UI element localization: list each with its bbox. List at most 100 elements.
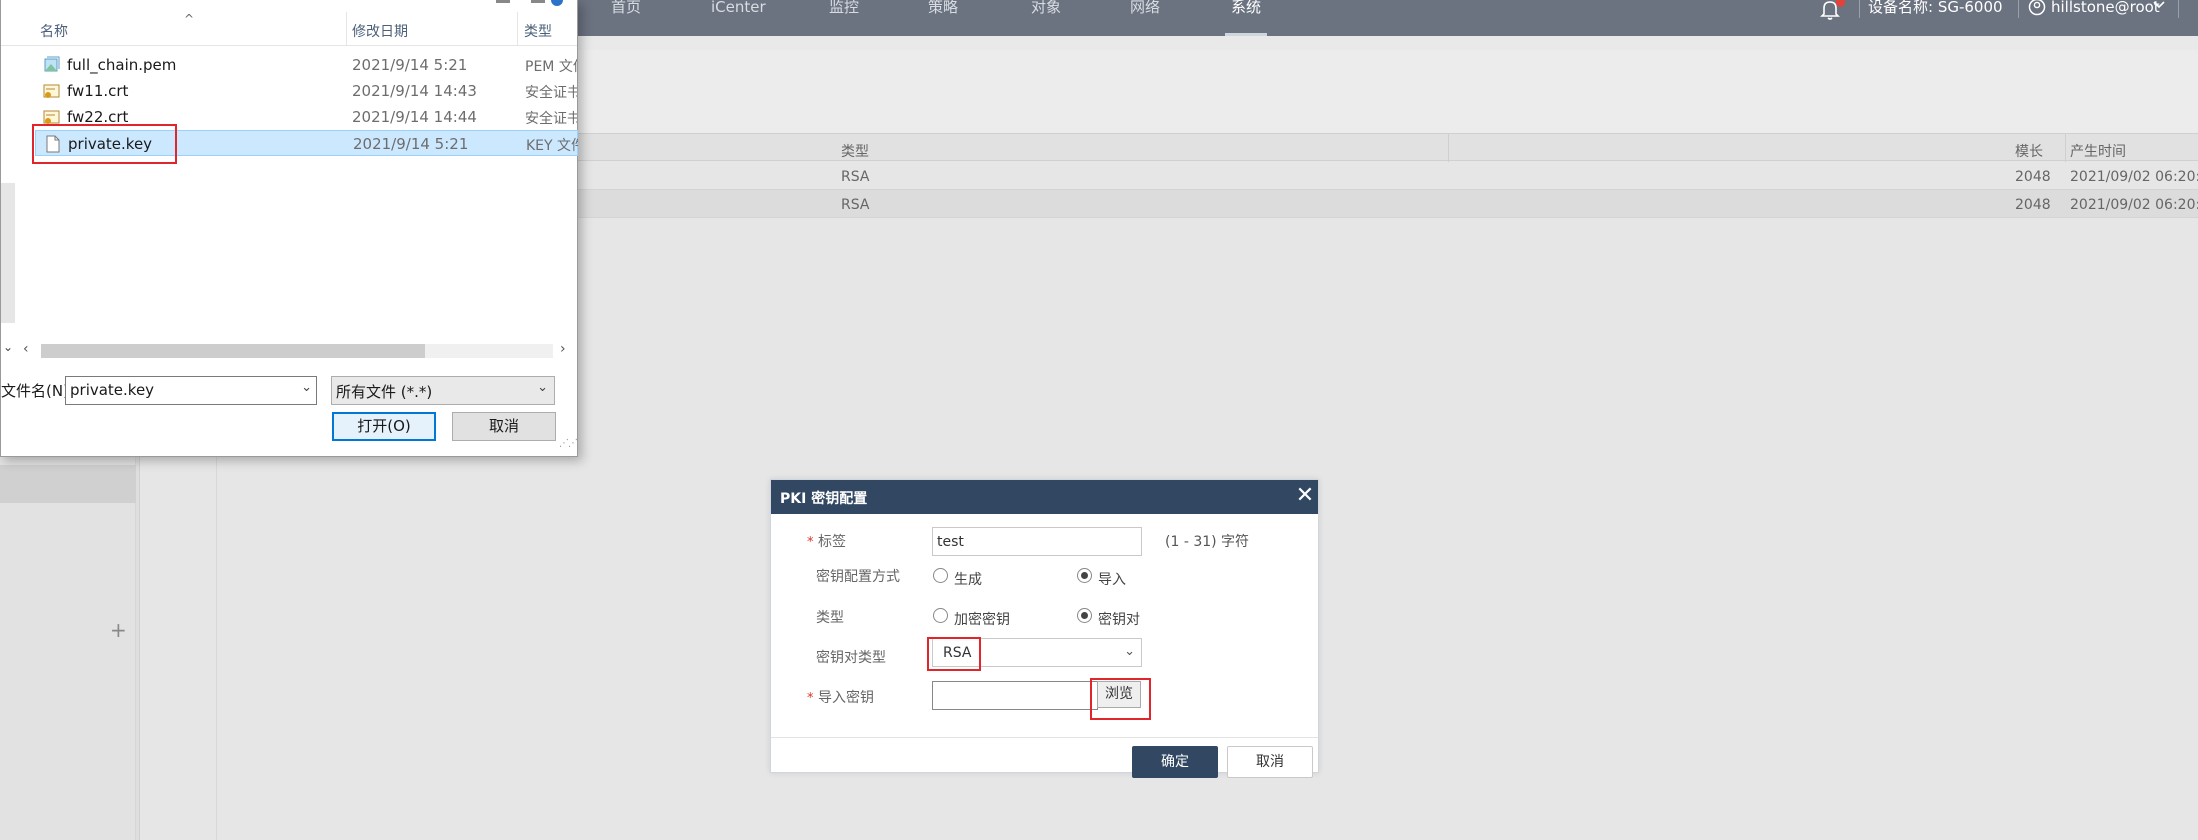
label-input[interactable]: test: [932, 527, 1142, 556]
col-modulus[interactable]: 模长: [2015, 141, 2043, 161]
chevron-down-icon[interactable]: ⌄: [1124, 644, 1135, 659]
file-row-full-chain[interactable]: full_chain.pem 2021/9/14 5:21 PEM 文件: [35, 52, 578, 78]
nav-policy[interactable]: 策略: [928, 0, 958, 36]
column-type[interactable]: 类型: [524, 21, 552, 41]
file-type-filter-select[interactable]: 所有文件 (*.*) ⌄: [331, 376, 555, 405]
file-row-fw11[interactable]: fw11.crt 2021/9/14 14:43 安全证书: [35, 78, 578, 104]
row-type: RSA: [841, 197, 870, 213]
chevron-down-icon[interactable]: [2153, 0, 2165, 10]
required-marker: *: [807, 691, 814, 706]
browse-button[interactable]: 浏览: [1097, 681, 1141, 708]
nav-system[interactable]: 系统: [1231, 0, 1261, 36]
dialog-title: PKI 密钥配置: [780, 491, 868, 507]
table-row[interactable]: RSA 2048 2021/09/02 06:20:31: [578, 162, 2198, 190]
nav-monitor[interactable]: 监控: [829, 0, 859, 36]
row-modulus: 2048: [2015, 197, 2051, 213]
file-open-dialog: ^ 名称 修改日期 类型 ⌄ full_chain.pem 2021/9/14 …: [0, 0, 578, 457]
confirm-button[interactable]: 确定: [1132, 746, 1218, 778]
content-side-bar: [160, 455, 217, 840]
nav-object[interactable]: 对象: [1031, 0, 1061, 36]
radio-import[interactable]: [1077, 568, 1092, 583]
nav-icenter[interactable]: iCenter: [711, 0, 766, 36]
nav-divider: [2178, 0, 2179, 18]
required-marker: *: [807, 535, 814, 550]
row-type: RSA: [841, 169, 870, 185]
chevron-down-icon[interactable]: ⌄: [3, 340, 13, 354]
sort-ascending-icon: ^: [184, 12, 195, 26]
keypair-type-label: 密钥对类型: [816, 650, 886, 666]
user-menu[interactable]: hillstone@root: [2051, 0, 2160, 20]
keypair-type-value: RSA: [943, 645, 972, 661]
radio-key-pair[interactable]: [1077, 608, 1092, 623]
radio-generate-label[interactable]: 生成: [954, 569, 982, 589]
file-row-private-key[interactable]: private.key 2021/9/14 5:21 KEY 文件: [35, 130, 578, 156]
file-type: KEY 文件: [526, 138, 578, 154]
col-type[interactable]: 类型: [841, 141, 869, 161]
close-icon[interactable]: ✕: [1295, 484, 1315, 508]
chevron-down-icon[interactable]: ⌄: [537, 380, 548, 395]
chevron-left-icon[interactable]: ‹: [23, 341, 29, 357]
config-method-label: 密钥配置方式: [816, 569, 900, 585]
col-time[interactable]: 产生时间: [2070, 141, 2126, 161]
device-name: 设备名称: SG-6000: [1868, 0, 2003, 16]
nav-divider: [2018, 0, 2019, 18]
filter-value: 所有文件 (*.*): [336, 383, 433, 401]
column-name[interactable]: 名称: [40, 21, 68, 41]
file-date: 2021/9/14 5:21: [353, 135, 469, 153]
filename-value: private.key: [70, 381, 155, 399]
radio-import-label[interactable]: 导入: [1098, 569, 1126, 589]
row-modulus: 2048: [2015, 169, 2051, 185]
file-row-fw22[interactable]: fw22.crt 2021/9/14 14:44 安全证书: [35, 104, 578, 130]
nav-pane-scrollbar[interactable]: [1, 183, 15, 323]
file-name: fw22.crt: [67, 108, 129, 126]
filename-input[interactable]: private.key ⌄: [65, 376, 317, 405]
pem-file-icon: [44, 56, 60, 72]
dialog-cancel-button[interactable]: 取消: [1227, 746, 1313, 778]
horizontal-scrollbar[interactable]: ‹ ›: [19, 341, 577, 361]
radio-encryption-key[interactable]: [933, 608, 948, 623]
keypair-type-select[interactable]: RSA ⌄: [932, 638, 1142, 667]
radio-key-pair-label[interactable]: 密钥对: [1098, 609, 1140, 629]
import-key-input[interactable]: [932, 681, 1098, 710]
nav-home[interactable]: 首页: [611, 0, 641, 36]
radio-encryption-key-label[interactable]: 加密密钥: [954, 609, 1010, 629]
certificate-file-icon: [43, 110, 60, 124]
left-tree-selected-item[interactable]: [0, 465, 136, 503]
file-type: 安全证书: [525, 85, 577, 101]
key-file-icon: [46, 135, 60, 153]
column-date[interactable]: 修改日期: [352, 21, 408, 41]
filename-label: 文件名(N):: [1, 382, 74, 400]
file-type: 安全证书: [525, 111, 577, 127]
type-label: 类型: [816, 610, 844, 626]
file-name: fw11.crt: [67, 82, 129, 100]
nav-network[interactable]: 网络: [1130, 0, 1160, 36]
scrollbar-thumb[interactable]: [41, 344, 425, 358]
table-row[interactable]: RSA 2048 2021/09/02 06:20:29: [578, 190, 2198, 218]
label-field-label: * 标签: [807, 531, 846, 551]
column-separator[interactable]: [346, 12, 347, 46]
file-type: PEM 文件: [525, 59, 577, 75]
label-field-text: 标签: [817, 534, 846, 550]
import-key-label: * 导入密钥: [807, 687, 874, 707]
row-time: 2021/09/02 06:20:29: [2070, 197, 2198, 213]
left-tree-panel: [0, 455, 136, 840]
chevron-down-icon[interactable]: ⌄: [301, 380, 312, 395]
plus-icon[interactable]: +: [110, 618, 127, 642]
user-icon: [2028, 0, 2046, 16]
dialog-top-icons: [496, 0, 563, 6]
cancel-button[interactable]: 取消: [452, 412, 556, 441]
row-time: 2021/09/02 06:20:31: [2070, 169, 2198, 185]
file-name: full_chain.pem: [67, 56, 177, 74]
file-date: 2021/9/14 14:44: [352, 108, 477, 126]
certificate-file-icon: [43, 84, 60, 98]
file-name: private.key: [68, 135, 153, 153]
label-length-hint: (1 - 31) 字符: [1165, 534, 1250, 550]
column-separator[interactable]: [517, 12, 518, 46]
dialog-header: PKI 密钥配置 ✕: [771, 480, 1318, 514]
panel-splitter[interactable]: [136, 455, 140, 840]
pki-key-config-dialog: PKI 密钥配置 ✕ * 标签 test (1 - 31) 字符 密钥配置方式 …: [770, 479, 1319, 778]
radio-generate[interactable]: [933, 568, 948, 583]
open-button[interactable]: 打开(O): [332, 412, 436, 441]
resize-grip-icon[interactable]: ⋰⋰: [559, 438, 578, 449]
chevron-right-icon[interactable]: ›: [560, 341, 566, 357]
